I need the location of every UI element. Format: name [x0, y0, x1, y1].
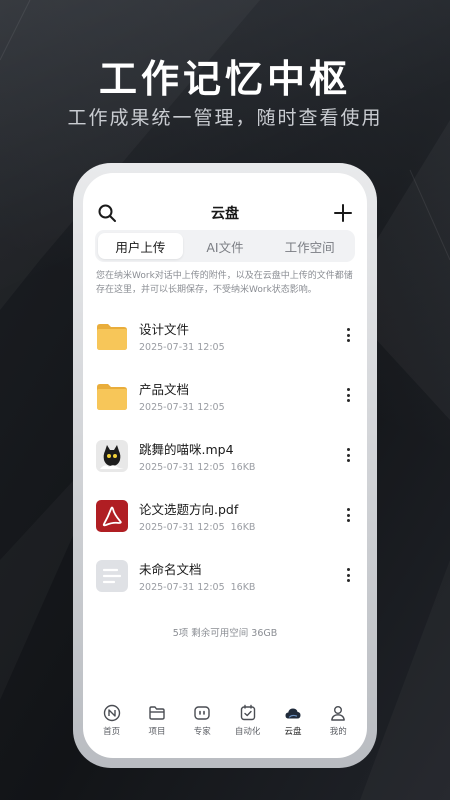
tab-ai-files[interactable]: AI文件 — [183, 233, 268, 259]
automation-icon — [240, 704, 255, 721]
list-item[interactable]: 论文选题方向.pdf 2025-07-31 12:05 16KB — [83, 487, 367, 547]
nav-label: 项目 — [148, 727, 166, 737]
folder-icon — [149, 706, 165, 720]
list-item[interactable]: 未命名文档 2025-07-31 12:05 16KB — [83, 547, 367, 607]
app-screen: 云盘 用户上传 AI文件 工作空间 您在纳米Work对话中上传的附件，以及在云盘… — [83, 173, 367, 758]
nav-cloud-drive[interactable]: 云盘 — [271, 704, 315, 744]
promo-headline: 工作记忆中枢 — [98, 57, 351, 101]
item-count: 5项 — [172, 628, 189, 639]
file-date: 2025-07-31 12:05 — [139, 462, 225, 473]
file-name: 设计文件 — [139, 322, 190, 337]
expert-icon — [194, 706, 211, 720]
pdf-icon — [96, 500, 128, 532]
file-name: 跳舞的喵咪.mp4 — [139, 442, 234, 457]
file-size: 16KB — [230, 522, 256, 533]
file-date: 2025-07-31 12:05 — [139, 342, 225, 353]
nav-profile[interactable]: 我的 — [316, 704, 360, 744]
promo-subline: 工作成果统一管理，随时查看使用 — [67, 107, 383, 129]
nav-home[interactable]: 首页 — [90, 704, 134, 744]
file-meta: 2025-07-31 12:05 16KB — [139, 582, 255, 593]
nav-label: 首页 — [103, 727, 121, 737]
more-button[interactable] — [339, 323, 357, 347]
nav-experts[interactable]: 专家 — [180, 704, 224, 744]
storage-summary: 5项 剩余可用空间 36GB — [83, 625, 367, 639]
user-icon — [331, 706, 346, 721]
nav-label: 云盘 — [284, 727, 302, 737]
folder-icon — [97, 324, 127, 350]
nav-projects[interactable]: 项目 — [135, 704, 179, 744]
tab-bar: 用户上传 AI文件 工作空间 — [95, 230, 355, 262]
file-size: 16KB — [230, 462, 256, 473]
file-meta: 2025-07-31 12:05 — [139, 342, 225, 353]
tab-workspace[interactable]: 工作空间 — [267, 233, 352, 259]
file-name: 论文选题方向.pdf — [139, 502, 239, 517]
bottom-nav: 首页 项目 专家 自动化 云盘 我的 — [83, 704, 367, 744]
storage-notice: 您在纳米Work对话中上传的附件，以及在云盘中上传的文件都储存在这里，并可以长期… — [96, 271, 353, 295]
video-thumbnail-icon — [96, 440, 128, 472]
file-list: 设计文件 2025-07-31 12:05 产品文档 2025-07-31 12… — [83, 307, 367, 607]
phone-frame: 云盘 用户上传 AI文件 工作空间 您在纳米Work对话中上传的附件，以及在云盘… — [73, 163, 377, 768]
nav-label: 我的 — [329, 727, 347, 737]
remaining-space: 剩余可用空间 36GB — [191, 628, 278, 639]
list-item[interactable]: 设计文件 2025-07-31 12:05 — [83, 307, 367, 367]
home-icon — [103, 704, 120, 722]
document-icon — [96, 560, 128, 592]
nav-automation[interactable]: 自动化 — [226, 704, 270, 744]
file-size: 16KB — [230, 582, 256, 593]
tab-user-upload[interactable]: 用户上传 — [98, 233, 183, 259]
more-button[interactable] — [339, 563, 357, 587]
file-name: 产品文档 — [139, 382, 190, 397]
file-date: 2025-07-31 12:05 — [139, 522, 225, 533]
list-item[interactable]: 跳舞的喵咪.mp4 2025-07-31 12:05 16KB — [83, 427, 367, 487]
file-date: 2025-07-31 12:05 — [139, 402, 225, 413]
file-date: 2025-07-31 12:05 — [139, 582, 225, 593]
page-title: 云盘 — [211, 206, 239, 222]
more-button[interactable] — [339, 443, 357, 467]
nav-label: 自动化 — [234, 727, 261, 737]
add-button[interactable] — [333, 203, 353, 223]
file-meta: 2025-07-31 12:05 16KB — [139, 462, 255, 473]
cloud-icon — [285, 708, 301, 719]
list-item[interactable]: 产品文档 2025-07-31 12:05 — [83, 367, 367, 427]
more-button[interactable] — [339, 503, 357, 527]
more-button[interactable] — [339, 383, 357, 407]
top-bar: 云盘 — [83, 201, 367, 225]
file-name: 未命名文档 — [139, 562, 202, 577]
folder-icon — [97, 384, 127, 410]
file-meta: 2025-07-31 12:05 — [139, 402, 225, 413]
nav-label: 专家 — [193, 727, 211, 737]
file-meta: 2025-07-31 12:05 16KB — [139, 522, 255, 533]
